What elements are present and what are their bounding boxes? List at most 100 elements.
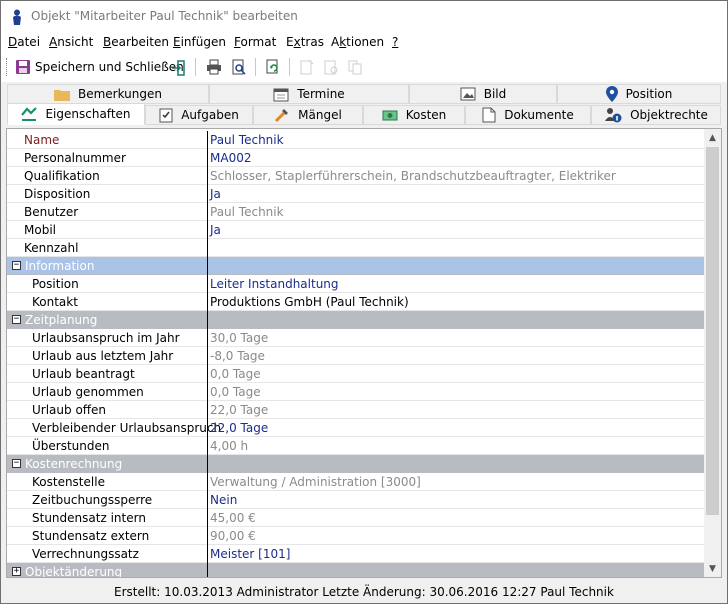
column-divider[interactable] (207, 545, 208, 563)
property-row[interactable]: Verbleibender Urlaubsanspruch 22,0 Tage (7, 419, 704, 437)
column-divider[interactable] (207, 221, 208, 239)
menu-einfügen[interactable]: Einfügen (173, 35, 226, 49)
column-divider[interactable] (207, 365, 208, 383)
property-value[interactable]: Paul Technik (210, 205, 284, 219)
property-value[interactable]: 90,00 € (210, 529, 256, 543)
column-divider[interactable] (207, 509, 208, 527)
property-row[interactable]: Qualifikation Schlosser, Staplerführersch… (7, 167, 704, 185)
menu-extras[interactable]: Extras (286, 35, 324, 49)
property-row[interactable]: Name Paul Technik (7, 131, 704, 149)
print-icon[interactable] (206, 59, 222, 75)
menu-aktionen[interactable]: Aktionen (331, 35, 384, 49)
column-divider[interactable] (207, 131, 208, 149)
property-value[interactable]: 45,00 € (210, 511, 256, 525)
property-value[interactable]: 0,0 Tage (210, 367, 261, 381)
tab-termine[interactable]: Termine (209, 84, 409, 104)
section-header[interactable]: + Objektänderung (7, 563, 704, 577)
column-divider[interactable] (207, 149, 208, 167)
property-row[interactable]: Verrechnungssatz Meister [101] (7, 545, 704, 563)
property-row[interactable]: Zeitbuchungssperre Nein (7, 491, 704, 509)
tab-aufgaben[interactable]: Aufgaben (145, 105, 253, 125)
column-divider[interactable] (207, 473, 208, 491)
property-row[interactable]: Urlaub offen 22,0 Tage (7, 401, 704, 419)
collapse-icon[interactable]: − (12, 459, 21, 468)
tab-kosten[interactable]: Kosten (363, 105, 465, 125)
column-divider[interactable] (207, 401, 208, 419)
collapse-icon[interactable]: − (12, 261, 21, 270)
column-divider[interactable] (207, 527, 208, 545)
menu-help[interactable]: ? (392, 35, 398, 49)
exit-icon[interactable] (171, 60, 185, 76)
tab-position[interactable]: Position (557, 84, 721, 104)
property-value[interactable]: 30,0 Tage (210, 331, 268, 345)
property-value[interactable]: Ja (210, 223, 221, 237)
vertical-scrollbar[interactable]: ▲ ▼ (704, 129, 721, 577)
property-value[interactable]: Ja (210, 187, 221, 201)
column-divider[interactable] (207, 275, 208, 293)
column-divider[interactable] (207, 419, 208, 437)
property-row[interactable]: Stundensatz extern 90,00 € (7, 527, 704, 545)
property-value[interactable]: 22,0 Tage (210, 403, 268, 417)
property-row[interactable]: Urlaubsanspruch im Jahr 30,0 Tage (7, 329, 704, 347)
menu-bearbeiten[interactable]: Bearbeiten (103, 35, 169, 49)
property-label: Kontakt (32, 295, 78, 309)
property-value[interactable]: Leiter Instandhaltung (210, 277, 339, 291)
property-row[interactable]: Position Leiter Instandhaltung (7, 275, 704, 293)
section-header[interactable]: − Kostenrechnung (7, 455, 704, 473)
tab-eigenschaften[interactable]: Eigenschaften (7, 103, 145, 125)
print-preview-icon[interactable] (231, 59, 247, 75)
menu-format[interactable]: Format (234, 35, 276, 49)
column-divider[interactable] (207, 383, 208, 401)
tab-maengel[interactable]: Mängel (253, 105, 363, 125)
column-divider[interactable] (207, 203, 208, 221)
property-row[interactable]: Benutzer Paul Technik (7, 203, 704, 221)
toolbar-grip[interactable] (6, 58, 10, 76)
property-value[interactable]: Produktions GmbH (Paul Technik) (210, 295, 409, 309)
property-row[interactable]: Urlaub aus letztem Jahr -8,0 Tage (7, 347, 704, 365)
column-divider[interactable] (207, 491, 208, 509)
tab-bemerkungen[interactable]: Bemerkungen (7, 84, 209, 104)
property-value[interactable]: 4,00 h (210, 439, 248, 453)
property-row[interactable]: Personalnummer MA002 (7, 149, 704, 167)
collapse-icon[interactable]: − (12, 315, 21, 324)
section-header[interactable]: − Zeitplanung (7, 311, 704, 329)
map-pin-icon (605, 86, 618, 102)
property-value[interactable]: Meister [101] (210, 547, 290, 561)
property-value[interactable]: 0,0 Tage (210, 385, 261, 399)
scrollbar-thumb[interactable] (706, 147, 719, 515)
tab-dokumente[interactable]: Dokumente (465, 105, 591, 125)
column-divider[interactable] (207, 167, 208, 185)
scroll-up-arrow-icon[interactable]: ▲ (704, 129, 721, 146)
property-value[interactable]: Paul Technik (210, 133, 284, 147)
column-divider[interactable] (207, 347, 208, 365)
column-divider[interactable] (207, 437, 208, 455)
property-row[interactable]: Kostenstelle Verwaltung / Administration … (7, 473, 704, 491)
property-value[interactable]: -8,0 Tage (210, 349, 265, 363)
column-divider[interactable] (207, 185, 208, 203)
tab-objektrechte[interactable]: Objektrechte (591, 105, 721, 125)
column-divider[interactable] (207, 239, 208, 257)
property-row[interactable]: Urlaub genommen 0,0 Tage (7, 383, 704, 401)
tab-bild[interactable]: Bild (409, 84, 557, 104)
property-row[interactable]: Stundensatz intern 45,00 € (7, 509, 704, 527)
property-row[interactable]: Mobil Ja (7, 221, 704, 239)
property-value[interactable]: Nein (210, 493, 237, 507)
column-divider[interactable] (207, 329, 208, 347)
section-header[interactable]: − Information (7, 257, 704, 275)
expand-icon[interactable]: + (12, 567, 21, 576)
menu-ansicht[interactable]: Ansicht (49, 35, 93, 49)
property-row[interactable]: Überstunden 4,00 h (7, 437, 704, 455)
property-row[interactable]: Kennzahl (7, 239, 704, 257)
refresh-document-icon[interactable] (265, 59, 281, 75)
property-value[interactable]: Verwaltung / Administration [3000] (210, 475, 421, 489)
property-row[interactable]: Urlaub beantragt 0,0 Tage (7, 365, 704, 383)
scroll-down-arrow-icon[interactable]: ▼ (704, 560, 721, 577)
column-divider[interactable] (207, 293, 208, 311)
property-value[interactable]: MA002 (210, 151, 251, 165)
save-and-close-button[interactable]: Speichern und Schließen (15, 57, 184, 77)
property-row[interactable]: Disposition Ja (7, 185, 704, 203)
property-row[interactable]: Kontakt Produktions GmbH (Paul Technik) (7, 293, 704, 311)
property-value[interactable]: Schlosser, Staplerführerschein, Brandsch… (210, 169, 616, 183)
property-value[interactable]: 22,0 Tage (210, 421, 268, 435)
menu-datei[interactable]: Datei (8, 35, 40, 49)
